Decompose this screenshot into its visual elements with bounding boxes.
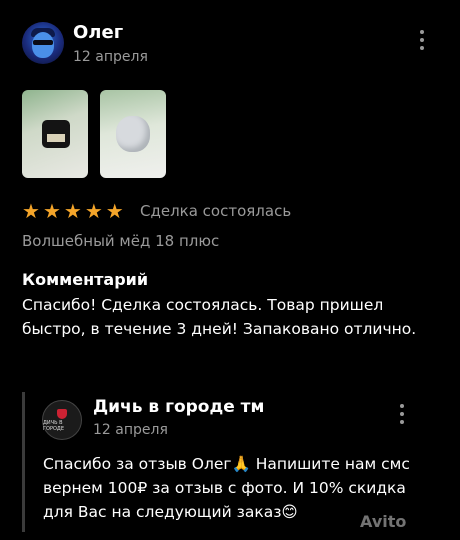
- rating-stars: ★ ★ ★ ★ ★: [22, 200, 124, 222]
- comment-title: Комментарий: [22, 270, 149, 289]
- star-icon: ★: [105, 199, 124, 223]
- star-icon: ★: [63, 199, 82, 223]
- author-avatar[interactable]: [22, 22, 64, 64]
- avatar-face: [32, 32, 54, 58]
- comment-text: Спасибо! Сделка состоялась. Товар пришел…: [22, 296, 417, 338]
- star-icon: ★: [84, 199, 103, 223]
- review-photo-2[interactable]: [100, 90, 166, 178]
- avito-watermark: Avito: [360, 512, 407, 531]
- shop-logo-mark-icon: [57, 408, 67, 419]
- review-more-icon[interactable]: [420, 30, 424, 50]
- review-headline: Волшебный мёд 18 плюс: [22, 232, 220, 250]
- honey-jar-icon: [42, 120, 70, 148]
- shop-logo-text: ДИЧЬ В ГОРОДЕ: [43, 419, 65, 432]
- reply-more-icon[interactable]: [400, 404, 404, 424]
- star-icon: ★: [22, 199, 40, 223]
- shop-logo[interactable]: ДИЧЬ В ГОРОДЕ: [42, 400, 82, 440]
- reply-date: 12 апреля: [93, 422, 168, 438]
- reply-author[interactable]: Дичь в городе тм: [93, 397, 264, 417]
- avatar-sunglasses: [33, 40, 53, 45]
- review-photo-1[interactable]: [22, 90, 88, 178]
- reply-indent-bar: [22, 392, 25, 532]
- package-icon: [116, 116, 150, 152]
- author-name[interactable]: Олег: [73, 22, 123, 43]
- star-icon: ★: [42, 199, 61, 223]
- review-date: 12 апреля: [73, 49, 148, 65]
- deal-status: Сделка состоялась: [140, 202, 292, 220]
